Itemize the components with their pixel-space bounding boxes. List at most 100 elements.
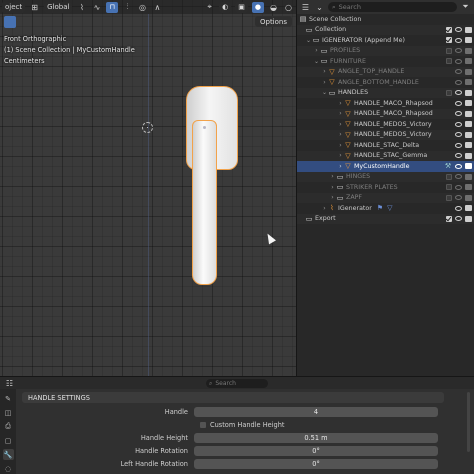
snap-toggle-button[interactable]: ⊓ [106,1,118,13]
collapse-arrow-icon[interactable]: › [329,173,336,180]
camera-icon[interactable] [465,215,472,222]
include-checkbox[interactable] [446,173,452,180]
orientation-dropdown[interactable]: Global [44,1,73,13]
pivot-icon[interactable]: ⌇ [76,2,87,13]
include-checkbox[interactable] [446,37,452,44]
handle-height-field[interactable]: 0.51 m [194,432,438,443]
outliner-row[interactable]: ▭ Collection [297,24,474,35]
checkbox-box[interactable] [200,421,206,428]
collapse-arrow-icon[interactable]: › [337,121,344,128]
eye-icon[interactable] [455,216,462,222]
3d-viewport[interactable]: oject ⊞ Global ⌇ ∿ ⊓ ⫶ ◎ ∧ ⌖ ◐ ▣ ● ◒ ○ O… [0,0,296,376]
options-dropdown[interactable]: Options [254,16,292,27]
outliner-row[interactable]: ⌄ ▭ IGENERATOR (Append Me) [297,35,474,46]
outliner-editor-icon[interactable]: ☰ [300,2,311,13]
outliner-row[interactable]: › ⌇ IGenerator ⚑ ▽ [297,203,474,214]
outliner-row[interactable]: › ▭ ZAPF [297,192,474,203]
eye-icon[interactable] [455,58,462,64]
eye-icon[interactable] [455,37,462,43]
camera-icon[interactable] [465,142,472,149]
include-checkbox[interactable] [446,194,452,201]
outliner-row[interactable]: ⌄ ▭ FURNITURE [297,56,474,67]
eye-icon[interactable] [455,174,462,180]
camera-icon[interactable] [465,152,472,159]
falloff-icon[interactable]: ∧ [152,2,163,13]
collapse-arrow-icon[interactable]: › [337,152,344,159]
rendered-shading-icon[interactable]: ○ [283,2,294,13]
physics-tab-icon[interactable]: ◌ [3,463,14,474]
handle-lever-mesh[interactable] [192,120,217,285]
collapse-arrow-icon[interactable]: › [337,131,344,138]
collapse-arrow-icon[interactable]: › [337,110,344,117]
collapse-arrow-icon[interactable]: › [321,79,328,86]
overlays-button[interactable]: ◐ [219,1,232,13]
camera-icon[interactable] [465,194,472,201]
camera-icon[interactable] [465,131,472,138]
camera-icon[interactable] [465,26,472,33]
handle-rotation-field[interactable]: 0° [194,445,438,456]
eye-icon[interactable] [455,205,462,211]
include-checkbox[interactable] [446,58,452,65]
handle-settings-panel-header[interactable]: HANDLE SETTINGS [22,392,444,403]
eye-icon[interactable] [455,27,462,33]
eye-icon[interactable] [455,184,462,190]
outliner-row[interactable]: › ▽ HANDLE_STAC_Delta [297,140,474,151]
eye-icon[interactable] [455,132,462,138]
camera-icon[interactable] [465,79,472,86]
collapse-arrow-icon[interactable]: › [321,68,328,75]
left-handle-rotation-field[interactable]: 0° [194,458,438,469]
camera-icon[interactable] [465,121,472,128]
display-mode-icon[interactable]: ⌄ [314,2,325,13]
expand-arrow-icon[interactable]: ⌄ [305,37,312,44]
tool-tab-icon[interactable]: ✎ [3,393,14,404]
properties-editor-icon[interactable]: ☷ [4,378,15,389]
outliner-row[interactable]: ⌄ ▭ HANDLES [297,87,474,98]
outliner-row[interactable]: › ▽ ANGLE_TOP_HANDLE [297,66,474,77]
outliner-row[interactable]: › ▭ STRIKER PLATES [297,182,474,193]
object-tab-icon[interactable]: ▢ [3,435,14,446]
filter-icon[interactable]: ⏷ [460,2,471,13]
3d-cursor-icon[interactable] [142,122,153,133]
outliner-row[interactable]: › ▽ HANDLE_MEDOS_Victory [297,129,474,140]
collapse-arrow-icon[interactable]: › [337,142,344,149]
eye-icon[interactable] [455,153,462,159]
expand-arrow-icon[interactable]: ⌄ [313,58,320,65]
properties-editor[interactable]: ☷ ⌕ Search ✎ ◫ ⎙ ▢ 🔧 ◌ HANDLE SETTINGS H… [0,376,474,474]
camera-icon[interactable] [465,89,472,96]
select-tool-button[interactable] [4,16,16,28]
collapse-arrow-icon[interactable]: › [329,184,336,191]
include-checkbox[interactable] [446,26,452,33]
outliner-row[interactable]: › ▽ ANGLE_BOTTOM_HANDLE [297,77,474,88]
include-checkbox[interactable] [446,215,452,222]
eye-icon[interactable] [455,100,462,106]
outliner-row[interactable]: › ▽ HANDLE_STAC_Gemma [297,150,474,161]
camera-icon[interactable] [465,100,472,107]
camera-icon[interactable] [465,184,472,191]
transform-orientation-icon[interactable]: ⊞ [29,2,40,13]
xray-button[interactable]: ▣ [235,1,248,13]
camera-icon[interactable] [465,205,472,212]
camera-icon[interactable] [465,47,472,54]
custom-height-checkbox[interactable]: Custom Handle Height [200,421,285,429]
eye-icon[interactable] [455,142,462,148]
camera-icon[interactable] [465,110,472,117]
outliner[interactable]: ☰ ⌄ ⌕ Search ⏷ ▤ Scene Collection ▭ Coll… [296,0,474,376]
include-checkbox[interactable] [446,89,452,96]
properties-search-input[interactable]: ⌕ Search [206,379,268,388]
camera-icon[interactable] [465,163,472,170]
outliner-row[interactable]: ▤ Scene Collection [297,14,474,25]
snap-target-icon[interactable]: ⫶ [122,2,133,13]
modifier-wrench-icon[interactable]: ⚒ [444,162,452,170]
camera-icon[interactable] [465,37,472,44]
collapse-arrow-icon[interactable]: › [313,47,320,54]
output-tab-icon[interactable]: ⎙ [3,421,14,432]
outliner-row[interactable]: › ▭ PROFILES [297,45,474,56]
camera-icon[interactable] [465,58,472,65]
outliner-search-input[interactable]: ⌕ Search [328,2,457,12]
mode-menu[interactable]: oject [2,1,26,13]
eye-icon[interactable] [455,69,462,75]
render-tab-icon[interactable]: ◫ [3,407,14,418]
expand-arrow-icon[interactable]: ⌄ [321,89,328,96]
outliner-row[interactable]: › ▽ HANDLE_MACO_Rhapsod [297,108,474,119]
eye-icon[interactable] [455,79,462,85]
